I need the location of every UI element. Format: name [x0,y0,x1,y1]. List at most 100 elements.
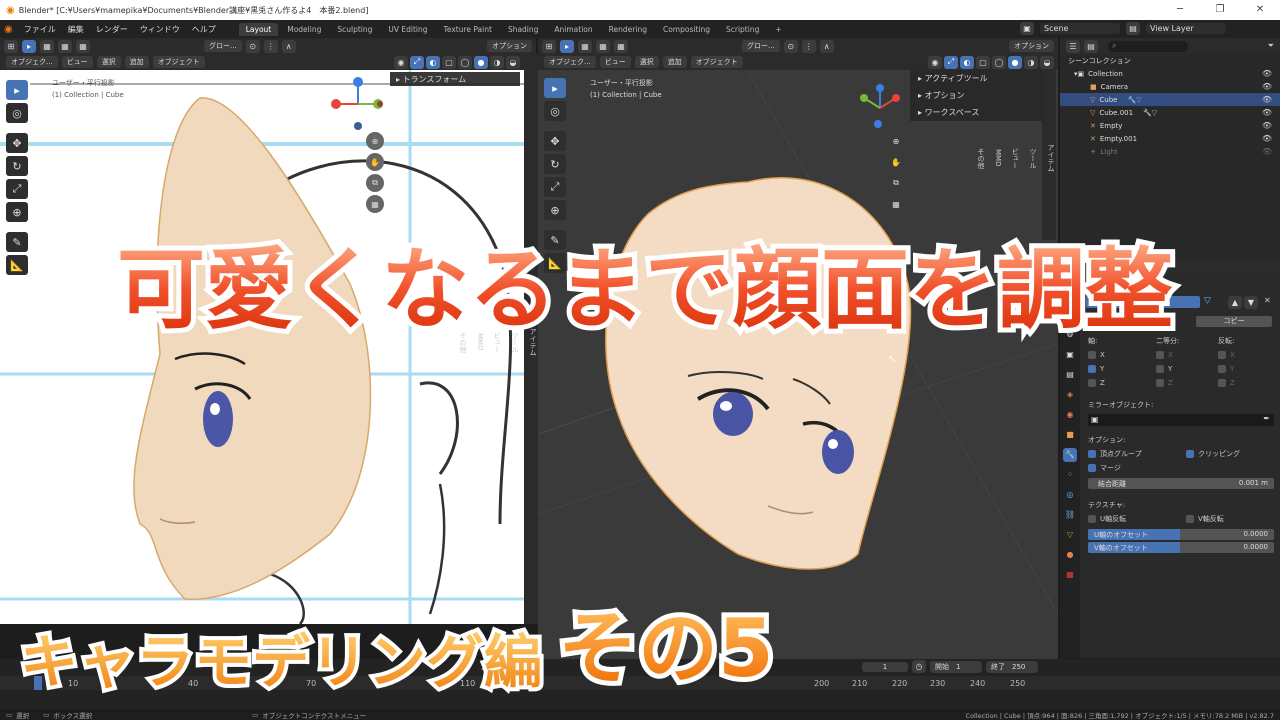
flip-x-checkbox[interactable]: X [1218,351,1235,359]
xray-icon[interactable]: ▢ [976,55,990,69]
sidetab-item[interactable]: アイテム [1046,144,1056,172]
active-tool-panel[interactable]: ▸ アクティブツール [910,70,1042,87]
eye-icon[interactable]: 👁 [1262,108,1272,117]
outliner-row[interactable]: ▽ Cube 🔧▽ 👁 [1060,93,1280,106]
menu-edit[interactable]: 編集 [63,24,89,35]
outliner-search-input[interactable]: ⌕ [1108,40,1188,52]
eye-icon[interactable]: 👁 [1262,95,1272,104]
shading-solid-icon[interactable]: ● [1008,55,1022,69]
zoom-icon[interactable]: ⊕ [887,132,905,150]
view-layer-field[interactable]: View Layer [1146,23,1226,34]
world-tab-icon[interactable]: ◉ [1063,408,1077,422]
view-layer-icon[interactable]: ▤ [1126,22,1140,35]
select-box-tool-icon[interactable]: ▸ [6,80,28,100]
bisect-y-checkbox[interactable]: Y [1156,365,1172,373]
flip-y-checkbox[interactable]: Y [1218,365,1234,373]
options-dropdown[interactable]: オプション [1009,40,1054,52]
pan-hand-icon[interactable]: ✋ [887,153,905,171]
axis-x-checkbox[interactable]: X [1088,351,1105,359]
shading-render-icon[interactable]: ◒ [506,55,520,69]
options-dropdown[interactable]: オプション [487,40,532,52]
outliner-row[interactable]: ■ Camera 👁 [1060,80,1280,93]
u-offset-field[interactable]: U軸のオフセット 0.0000 [1088,529,1274,540]
data-tab-icon[interactable]: ▽ [1063,528,1077,542]
camera-icon[interactable]: ⧉ [366,174,384,192]
shading-wire-icon[interactable]: ◯ [458,55,472,69]
shading-wire-icon[interactable]: ◯ [992,55,1006,69]
left-npanel[interactable]: ▸ トランスフォーム [390,72,520,86]
proportional-icon[interactable]: ∧ [281,39,296,53]
vertex-groups-checkbox[interactable]: 頂点グループ [1088,449,1142,459]
tab-texture-paint[interactable]: Texture Paint [437,23,499,36]
constraints-tab-icon[interactable]: ⛓ [1063,508,1077,522]
sidetab-view[interactable]: ビュー [1010,148,1020,169]
transform-tool-icon[interactable]: ⊕ [544,200,566,220]
shading-solid-icon[interactable]: ● [474,55,488,69]
filter-icon[interactable]: ⏷ [1268,41,1274,51]
mode-dropdown[interactable]: オブジェク... [544,56,596,68]
blender-menu-icon[interactable]: ◉ [4,24,13,35]
object-tab-icon[interactable]: ■ [1063,428,1077,442]
tab-animation[interactable]: Animation [547,23,599,36]
camera-icon[interactable]: ⧉ [887,174,905,192]
end-frame-field[interactable]: 終了 250 [986,660,1038,673]
merge-distance-field[interactable]: 結合距離 0.001 m [1088,478,1274,489]
select-mode-icon[interactable]: ▦ [58,39,72,53]
tab-scripting[interactable]: Scripting [719,23,766,36]
transform-orientation-dropdown[interactable]: グロー... [204,40,242,52]
u-flip-checkbox[interactable]: U軸反転 [1088,514,1126,524]
scale-tool-icon[interactable]: ⤢ [6,179,28,199]
measure-tool-icon[interactable]: 📐 [6,255,28,275]
shading-render-icon[interactable]: ◒ [1040,55,1054,69]
modifier-tab-icon[interactable]: 🔧 [1063,448,1077,462]
outliner-row[interactable]: ▾▣ Collection 👁 [1060,67,1280,80]
zoom-icon[interactable]: ⊕ [366,132,384,150]
options-panel[interactable]: ▸ オプション [910,87,1042,104]
transform-panel-header[interactable]: ▸ トランスフォーム [390,72,520,87]
select-mode-icon[interactable]: ▦ [76,39,90,53]
annotate-tool-icon[interactable]: ✎ [6,232,28,252]
scene-name-field[interactable]: Scene [1040,23,1120,34]
sidetab-mmd[interactable]: MMD [994,149,1002,166]
tab-shading[interactable]: Shading [501,23,545,36]
minimize-button[interactable]: ─ [1160,0,1200,20]
grid-icon[interactable]: ▦ [887,195,905,213]
menu-window[interactable]: ウィンドウ [135,24,185,35]
rotate-tool-icon[interactable]: ↻ [544,154,566,174]
gizmo-icon[interactable]: ⤢ [410,55,424,69]
editor-type-icon[interactable]: ☰ [1066,39,1080,53]
add-menu[interactable]: 追加 [124,56,149,68]
pivot-icon[interactable]: ⊙ [245,39,260,53]
render-tab-icon[interactable]: ▣ [1063,348,1077,362]
remove-modifier-icon[interactable]: ✕ [1264,296,1271,305]
workspace-panel[interactable]: ▸ ワークスペース [910,104,1042,121]
mode-dropdown[interactable]: オブジェク... [6,56,58,68]
select-mode-icon[interactable]: ▦ [614,39,628,53]
grid-icon[interactable]: ▦ [366,195,384,213]
eye-icon[interactable]: 👁 [1262,134,1272,143]
select-mode-icon[interactable]: ▦ [596,39,610,53]
object-menu[interactable]: オブジェクト [690,56,743,68]
output-tab-icon[interactable]: ▤ [1063,368,1077,382]
view-menu[interactable]: ビュー [61,56,93,68]
outliner-row[interactable]: ✕ Empty 👁 [1060,119,1280,132]
menu-help[interactable]: ヘルプ [187,24,221,35]
material-tab-icon[interactable]: ● [1063,548,1077,562]
pan-hand-icon[interactable]: ✋ [366,153,384,171]
xray-icon[interactable]: ▢ [442,55,456,69]
axis-z-checkbox[interactable]: Z [1088,379,1105,387]
flip-z-checkbox[interactable]: Z [1218,379,1235,387]
cursor-tool-icon[interactable]: ◎ [6,103,28,123]
current-frame-field[interactable]: 1 [862,661,908,672]
merge-checkbox[interactable]: マージ [1088,463,1121,473]
navigation-gizmo[interactable] [850,78,910,138]
tab-compositing[interactable]: Compositing [656,23,717,36]
outliner-row[interactable]: ▽ Cube.001 🔧▽ 👁 [1060,106,1280,119]
shading-material-icon[interactable]: ◑ [490,55,504,69]
mirror-object-field[interactable]: ▣ ✒ [1088,414,1274,426]
move-tool-icon[interactable]: ✥ [544,131,566,151]
pivot-icon[interactable]: ⊙ [783,39,798,53]
scale-tool-icon[interactable]: ⤢ [544,177,566,197]
visibility-icon[interactable]: ◉ [928,55,942,69]
axis-y-checkbox[interactable]: Y [1088,365,1104,373]
